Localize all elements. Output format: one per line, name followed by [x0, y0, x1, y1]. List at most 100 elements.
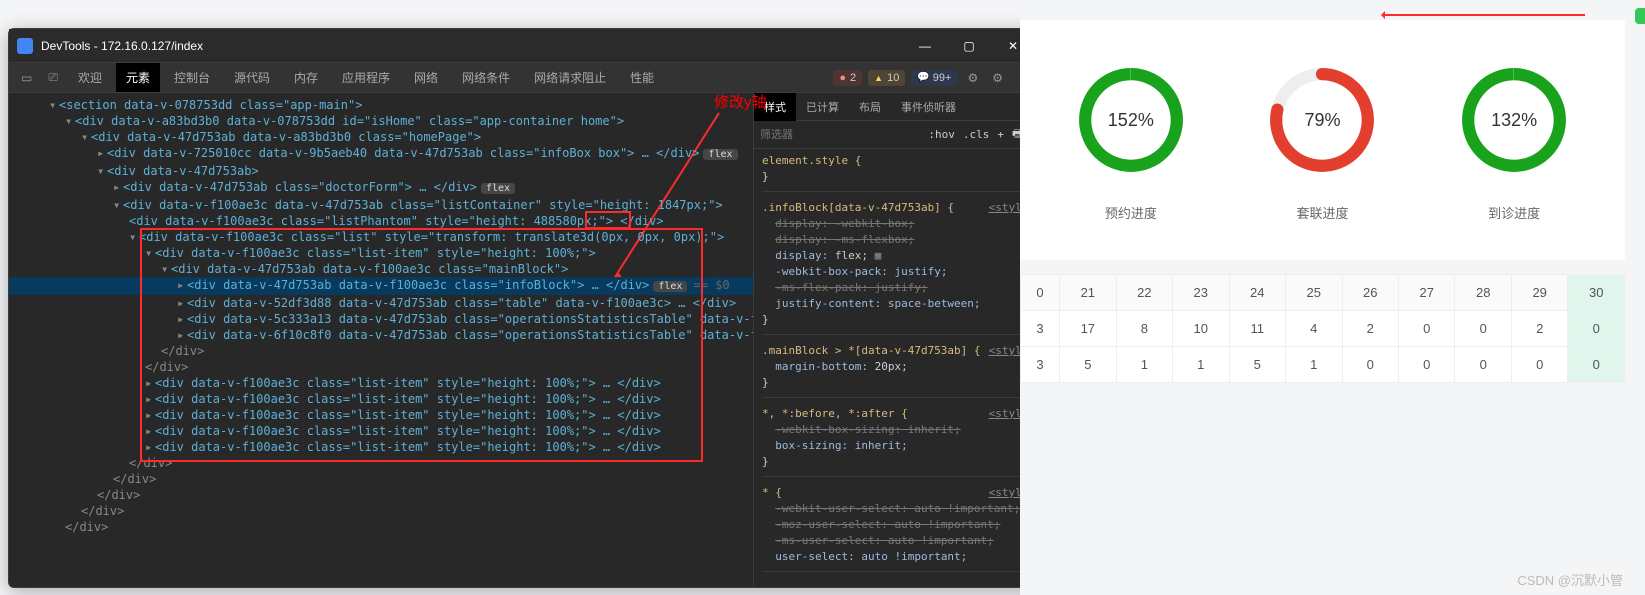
devtools-icon — [17, 38, 33, 54]
table-header-row: 0 21 22 23 24 25 26 27 28 29 30 — [1021, 275, 1625, 311]
dom-line[interactable]: <div data-v-f100ae3c class="list-item" s… — [155, 246, 596, 260]
maximize-button[interactable]: ▢ — [947, 29, 991, 63]
td: 2 — [1342, 311, 1398, 347]
layout-tab[interactable]: 布局 — [849, 93, 891, 121]
info-badge[interactable]: 99+ — [911, 70, 957, 86]
progress-cards: 152% 预约进度 79% 套联进度 132% 到诊进度 — [1020, 20, 1625, 260]
th: 22 — [1116, 275, 1172, 311]
dom-line[interactable]: </div> — [81, 504, 124, 518]
dom-line[interactable]: <div data-v-f100ae3c class="list-item" s… — [155, 408, 661, 422]
td: 3 — [1021, 347, 1060, 383]
layout-badge: flex — [703, 149, 737, 160]
td: 5 — [1060, 347, 1116, 383]
settings-icon[interactable]: ⚙ — [963, 67, 982, 89]
td: 11 — [1229, 311, 1285, 347]
computed-tab[interactable]: 已计算 — [796, 93, 849, 121]
dom-line[interactable]: <section data-v-078753dd class="app-main… — [59, 98, 362, 112]
td: 1 — [1116, 347, 1172, 383]
tab-memory[interactable]: 内存 — [284, 63, 328, 92]
th: 24 — [1229, 275, 1285, 311]
dom-line[interactable]: <div data-v-f100ae3c class="list-item" s… — [155, 376, 661, 390]
dom-line[interactable]: <div data-v-47d753ab class="doctorForm">… — [123, 180, 477, 194]
td: 0 — [1511, 347, 1567, 383]
td: 5 — [1229, 347, 1285, 383]
td: 17 — [1060, 311, 1116, 347]
device-icon[interactable]: ⎚ — [42, 66, 64, 89]
td: 0 — [1342, 347, 1398, 383]
table-row: 3 5 1 1 5 1 0 0 0 0 0 — [1021, 347, 1625, 383]
dom-line[interactable]: <div data-v-47d753ab data-v-f100ae3c cla… — [171, 262, 568, 276]
progress-card-2: 132% 到诊进度 — [1459, 65, 1569, 246]
dom-line[interactable]: <div data-v-725010cc data-v-9b5aeb40 dat… — [107, 146, 699, 160]
styles-filter-input[interactable] — [760, 129, 812, 141]
dom-line[interactable]: <div data-v-6f10c8f0 data-v-47d753ab cla… — [187, 328, 753, 342]
donut-2: 132% — [1459, 65, 1569, 175]
th: 30 — [1568, 275, 1625, 311]
td: 0 — [1568, 311, 1625, 347]
status-dot — [1635, 8, 1645, 24]
td: 0 — [1455, 311, 1511, 347]
donut-1: 79% — [1267, 65, 1377, 175]
donut-label: 预约进度 — [1105, 203, 1157, 222]
settings2-icon[interactable]: ⚙ — [988, 67, 1007, 89]
tab-welcome[interactable]: 欢迎 — [68, 63, 112, 92]
progress-card-0: 152% 预约进度 — [1076, 65, 1186, 246]
donut-label: 到诊进度 — [1488, 203, 1540, 222]
dom-line-selected[interactable]: <div data-v-47d753ab data-v-f100ae3c cla… — [187, 278, 649, 292]
layout-badge: flex — [481, 183, 515, 194]
dom-line[interactable]: <div data-v-f100ae3c class="list-item" s… — [155, 440, 661, 454]
new-rule-icon[interactable]: + — [997, 128, 1004, 141]
td: 2 — [1511, 311, 1567, 347]
dom-line[interactable]: <div data-v-f100ae3c class="list" style=… — [139, 230, 724, 244]
dom-line[interactable]: </div> — [97, 488, 140, 502]
inspect-icon[interactable]: ▭ — [15, 67, 38, 89]
watermark: CSDN @沉默小管 — [1517, 570, 1623, 589]
th: 0 — [1021, 275, 1060, 311]
annotation-arrow-top — [1385, 14, 1585, 16]
td: 0 — [1568, 347, 1625, 383]
dom-line[interactable]: <div data-v-f100ae3c class="list-item" s… — [155, 424, 661, 438]
dom-line[interactable]: <div data-v-47d753ab> — [107, 164, 259, 178]
data-table: 0 21 22 23 24 25 26 27 28 29 30 3 17 8 1… — [1020, 274, 1625, 383]
dom-line[interactable]: </div> — [129, 456, 172, 470]
dom-line[interactable]: <div data-v-47d753ab data-v-a83bd3b0 cla… — [91, 130, 481, 144]
tab-sources[interactable]: 源代码 — [224, 63, 280, 92]
td: 1 — [1173, 347, 1229, 383]
tab-netcond[interactable]: 网络条件 — [452, 63, 520, 92]
hov-toggle[interactable]: :hov — [928, 128, 955, 141]
dom-line[interactable]: <div data-v-52df3d88 data-v-47d753ab cla… — [187, 296, 736, 310]
td: 0 — [1455, 347, 1511, 383]
td: 0 — [1398, 347, 1454, 383]
tab-perf[interactable]: 性能 — [620, 63, 664, 92]
dom-line[interactable]: </div> — [145, 360, 188, 374]
th: 27 — [1398, 275, 1454, 311]
warnings-badge[interactable]: 10 — [868, 70, 905, 86]
tab-network[interactable]: 网络 — [404, 63, 448, 92]
td: 10 — [1173, 311, 1229, 347]
donut-value: 132% — [1459, 65, 1569, 175]
dom-line[interactable]: <div data-v-f100ae3c class="listPhantom"… — [129, 214, 664, 228]
errors-badge[interactable]: 2 — [833, 70, 862, 86]
tab-console[interactable]: 控制台 — [164, 63, 220, 92]
dom-line[interactable]: <div data-v-f100ae3c data-v-47d753ab cla… — [123, 198, 723, 212]
layout-badge: flex — [653, 281, 687, 292]
devtools-window: DevTools - 172.16.0.127/index — ▢ ✕ ▭ ⎚ … — [8, 28, 1044, 588]
td: 3 — [1021, 311, 1060, 347]
td: 4 — [1286, 311, 1342, 347]
minimize-button[interactable]: — — [903, 29, 947, 63]
dom-tree[interactable]: ▾<section data-v-078753dd class="app-mai… — [9, 93, 753, 587]
dom-line[interactable]: </div> — [113, 472, 156, 486]
consoleref: == $0 — [693, 278, 729, 292]
dom-line[interactable]: <div data-v-a83bd3b0 data-v-078753dd id=… — [75, 114, 624, 128]
tab-netblock[interactable]: 网络请求阻止 — [524, 63, 616, 92]
donut-value: 152% — [1076, 65, 1186, 175]
dom-line[interactable]: <div data-v-f100ae3c class="list-item" s… — [155, 392, 661, 406]
dom-line[interactable]: </div> — [65, 520, 108, 534]
style-rules[interactable]: element.style { } <style> .infoBlock[dat… — [754, 149, 1043, 587]
dom-line[interactable]: <div data-v-5c333a13 data-v-47d753ab cla… — [187, 312, 753, 326]
tab-elements[interactable]: 元素 — [116, 63, 160, 92]
events-tab[interactable]: 事件侦听器 — [891, 93, 966, 121]
tab-application[interactable]: 应用程序 — [332, 63, 400, 92]
dom-line[interactable]: </div> — [161, 344, 204, 358]
cls-toggle[interactable]: .cls — [963, 128, 990, 141]
